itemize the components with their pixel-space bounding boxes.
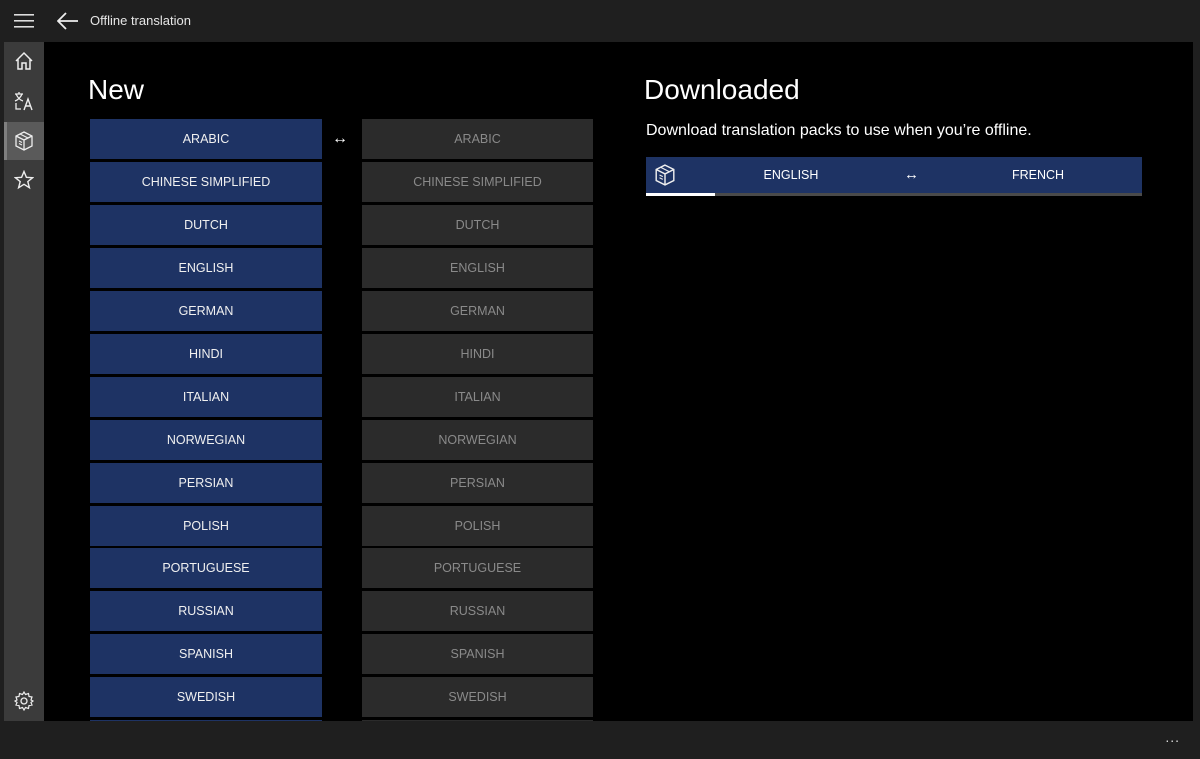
source-language-button[interactable]: POLISH [90,506,322,546]
translate-icon [14,92,33,111]
translation-pack-item[interactable]: ENGLISH ↔ FRENCH [646,157,1142,193]
language-list[interactable]: ARABIC ARABIC CHINESE SIMPLIFIED CHINESE… [90,119,600,721]
star-icon [14,170,34,190]
target-language-button[interactable]: GERMAN [362,291,593,331]
language-row: GERMAN GERMAN [90,291,600,331]
more-options-button[interactable]: ... [1165,729,1180,745]
target-language-button[interactable]: RUSSIAN [362,591,593,631]
language-row: ITALIAN ITALIAN [90,377,600,417]
gear-icon [14,691,34,711]
target-language-button[interactable]: DUTCH [362,205,593,245]
downloaded-description: Download translation packs to use when y… [646,122,1032,139]
language-row: SPANISH SPANISH [90,634,600,674]
target-language-button[interactable]: SPANISH [362,634,593,674]
target-language-button[interactable]: PORTUGUESE [362,548,593,588]
language-row: NORWEGIAN NORWEGIAN [90,420,600,460]
command-bar: ... [0,721,1200,759]
download-progress-fill [646,193,716,196]
nav-home[interactable] [4,42,44,80]
source-language-button[interactable]: CHINESE SIMPLIFIED [90,162,322,202]
source-language-button[interactable]: ARABIC [90,119,322,159]
source-language-button[interactable]: GERMAN [90,291,322,331]
target-language-button[interactable]: SWEDISH [362,677,593,717]
sidebar-nav [4,42,44,721]
back-arrow-icon [57,12,78,30]
package-box-icon [15,131,33,151]
target-language-button[interactable]: ARABIC [362,119,593,159]
source-language-button[interactable]: PORTUGUESE [90,548,322,588]
new-section-title: New [88,74,145,105]
language-row: CHINESE SIMPLIFIED CHINESE SIMPLIFIED [90,162,600,202]
nav-offline-translation[interactable] [4,122,44,160]
language-row: HINDI HINDI [90,334,600,374]
nav-favorites[interactable] [4,161,44,199]
downloaded-section-title: Downloaded [644,74,800,105]
language-row: DUTCH DUTCH [90,205,600,245]
nav-translate[interactable] [4,82,44,120]
language-row: ARABIC ARABIC [90,119,600,159]
target-language-button[interactable]: HINDI [362,334,593,374]
target-language-button[interactable]: ITALIAN [362,377,593,417]
source-language-button[interactable]: PERSIAN [90,463,322,503]
target-language-button[interactable]: PERSIAN [362,463,593,503]
hamburger-icon [14,14,34,28]
app-title: Offline translation [90,13,191,28]
source-language-button[interactable]: ENGLISH [90,248,322,288]
language-row: PORTUGUESE PORTUGUESE [90,548,600,588]
nav-settings[interactable] [4,682,44,720]
language-row: ENGLISH ENGLISH [90,248,600,288]
target-language-button[interactable]: CHINESE SIMPLIFIED [362,162,593,202]
pack-source-language: ENGLISH [763,168,819,182]
source-language-button[interactable]: DUTCH [90,205,322,245]
download-progress-bar [646,193,1142,196]
language-row: PERSIAN PERSIAN [90,463,600,503]
target-language-button[interactable]: NORWEGIAN [362,420,593,460]
title-bar: Offline translation [4,0,1193,42]
source-language-button[interactable]: ITALIAN [90,377,322,417]
language-row: RUSSIAN RUSSIAN [90,591,600,631]
source-language-button[interactable]: HINDI [90,334,322,374]
back-button[interactable] [50,0,86,42]
pack-target-language: FRENCH [1011,168,1065,182]
hamburger-menu-button[interactable] [4,0,44,42]
language-row: SWEDISH SWEDISH [90,677,600,717]
home-icon [15,51,33,70]
target-language-button[interactable]: ENGLISH [362,248,593,288]
language-row: POLISH POLISH [90,506,600,546]
source-language-button[interactable]: RUSSIAN [90,591,322,631]
source-language-button[interactable]: SPANISH [90,634,322,674]
source-language-button[interactable]: SWEDISH [90,677,322,717]
target-language-button[interactable]: POLISH [362,506,593,546]
pack-swap-arrow: ↔ [904,166,919,183]
window-frame-right [1193,0,1200,759]
source-language-button[interactable]: NORWEGIAN [90,420,322,460]
